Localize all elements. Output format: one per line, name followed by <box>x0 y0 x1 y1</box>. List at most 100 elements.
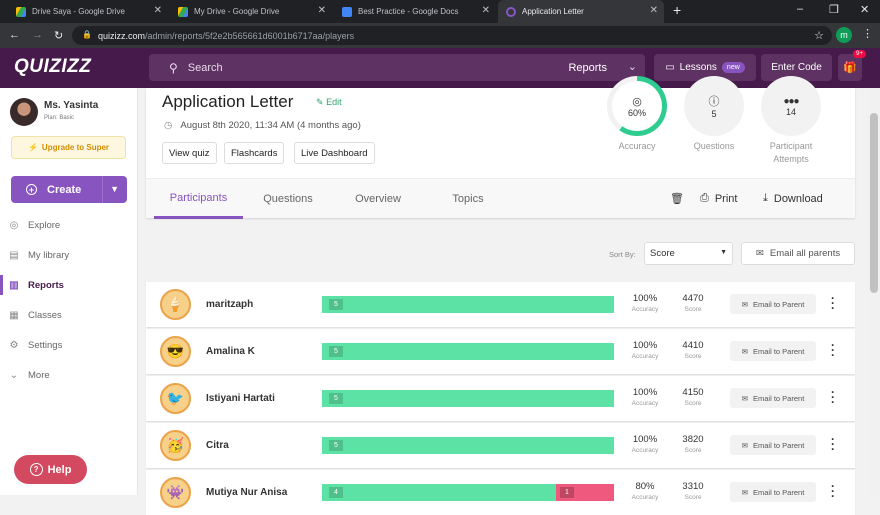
participant-accuracy: 100% Accuracy <box>624 340 666 362</box>
download-label: Download <box>773 192 823 205</box>
upgrade-button[interactable]: ⚡ Upgrade to Super <box>11 136 126 159</box>
more-options-icon[interactable]: · · · <box>830 292 836 314</box>
participant-score: 3310 Score <box>674 481 712 503</box>
email-to-parent-button[interactable]: ✉ Email to Parent <box>730 341 816 361</box>
sidebar-item-label: My library <box>28 249 70 261</box>
close-window-icon[interactable]: ✕ <box>860 3 869 16</box>
participant-score: 3820 Score <box>674 434 712 456</box>
gift-button[interactable]: 🎁 9+ <box>838 50 866 81</box>
participant-name[interactable]: Mutiya Nur Anisa <box>206 487 287 498</box>
close-tab-icon[interactable]: ✕ <box>154 5 162 16</box>
close-tab-icon[interactable]: ✕ <box>482 5 490 16</box>
participant-row[interactable]: 🍦 maritzaph 5 100% Accuracy 4470 Score ✉ Email t… <box>146 282 855 327</box>
scrollbar[interactable] <box>868 88 880 495</box>
email-to-parent-label: Email to Parent <box>753 393 805 403</box>
participant-name[interactable]: Amalina K <box>206 346 255 357</box>
download-icon: ⤓ <box>763 192 768 204</box>
lessons-label: Lessons <box>679 62 717 73</box>
tab-questions[interactable]: Questions <box>243 179 333 219</box>
attempts-stat: ●●● 14 Participant Attempts <box>761 76 821 166</box>
tab-topics[interactable]: Topics <box>423 179 513 219</box>
browser-toolbar: ← → ↻ 🔒 quizizz.com/admin/reports/5f2e2b… <box>0 23 880 48</box>
participant-score: 4150 Score <box>674 387 712 409</box>
profile-avatar[interactable]: m <box>836 27 852 43</box>
avatar[interactable] <box>10 98 38 126</box>
envelope-icon: ✉ <box>741 346 748 356</box>
envelope-icon: ✉ <box>741 393 748 403</box>
live-dashboard-button[interactable]: Live Dashboard <box>294 142 375 164</box>
browser-tab-bar: Drive Saya - Google Drive ✕ My Drive - G… <box>0 0 880 23</box>
participant-row[interactable]: 👾 Mutiya Nur Anisa 4 1 80% Accuracy 3310 Score ✉… <box>146 470 855 515</box>
email-to-parent-button[interactable]: ✉ Email to Parent <box>730 294 816 314</box>
browser-tab[interactable]: My Drive - Google Drive ✕ <box>170 0 332 23</box>
search-input[interactable]: Search <box>188 62 223 74</box>
email-all-parents-button[interactable]: ✉ Email all parents <box>741 242 855 265</box>
email-to-parent-button[interactable]: ✉ Email to Parent <box>730 435 816 455</box>
sort-select[interactable]: Score ▼ <box>644 242 733 265</box>
participant-name[interactable]: Citra <box>206 440 229 451</box>
tab-overview[interactable]: Overview <box>333 179 423 219</box>
minimize-icon[interactable]: – <box>797 3 803 15</box>
browser-tab-active[interactable]: Application Letter ✕ <box>498 0 664 23</box>
maximize-icon[interactable]: ❐ <box>829 3 839 16</box>
chevron-down-icon: ⌄ <box>627 61 637 73</box>
participant-name[interactable]: maritzaph <box>206 299 253 310</box>
new-tab-icon[interactable]: + <box>673 2 681 18</box>
print-button[interactable]: ⎙ Print <box>700 192 737 205</box>
sidebar-item-reports[interactable]: ▥ Reports <box>0 275 138 295</box>
sidebar-item-more[interactable]: ⌄ More <box>0 365 138 385</box>
search-bar[interactable]: ⚲ Search Reports ⌄ <box>149 54 645 81</box>
view-quiz-button[interactable]: View quiz <box>162 142 217 164</box>
email-to-parent-button[interactable]: ✉ Email to Parent <box>730 482 816 502</box>
email-to-parent-label: Email to Parent <box>753 346 805 356</box>
bookmark-star-icon[interactable]: ☆ <box>814 29 824 42</box>
more-options-icon[interactable]: · · · <box>830 386 836 408</box>
monster-icon: 👾 <box>160 477 191 508</box>
close-tab-icon[interactable]: ✕ <box>318 5 326 16</box>
report-date: ◷ August 8th 2020, 11:34 AM (4 months ag… <box>164 120 361 131</box>
back-icon[interactable]: ← <box>9 29 20 41</box>
users-icon: ●●● <box>783 95 799 107</box>
user-plan: Plan: Basic <box>44 115 75 121</box>
reports-icon: ▥ <box>9 279 19 291</box>
browser-tab[interactable]: Drive Saya - Google Drive ✕ <box>8 0 168 23</box>
accuracy-caption: Accuracy <box>631 306 659 313</box>
browser-tab[interactable]: Best Practice - Google Docs ✕ <box>334 0 496 23</box>
address-bar[interactable]: 🔒 quizizz.com/admin/reports/5f2e2b565661… <box>72 26 832 45</box>
search-scope-select[interactable]: Reports <box>568 62 607 74</box>
reload-icon[interactable]: ↻ <box>54 29 63 42</box>
compass-icon: ◎ <box>9 219 19 231</box>
participant-name[interactable]: Istiyani Hartati <box>206 393 275 404</box>
participant-row[interactable]: 🐦 Istiyani Hartati 5 100% Accuracy 4150 Score ✉… <box>146 376 855 421</box>
flashcards-button[interactable]: Flashcards <box>224 142 285 164</box>
sunglasses-face-icon: 😎 <box>160 336 191 367</box>
participant-row[interactable]: 😎 Amalina K 5 100% Accuracy 4410 Score ✉ Email t… <box>146 329 855 374</box>
participant-row[interactable]: 🥳 Citra 5 100% Accuracy 3820 Score ✉ Email to Pa… <box>146 423 855 468</box>
create-button[interactable]: + Create ▼ <box>11 176 127 203</box>
sidebar-item-my-library[interactable]: ▤ My library <box>0 245 138 265</box>
browser-tab-title: Best Practice - Google Docs <box>358 7 459 16</box>
close-tab-icon[interactable]: ✕ <box>650 5 658 16</box>
more-options-icon[interactable]: · · · <box>830 339 836 361</box>
edit-link[interactable]: ✎ Edit <box>316 97 342 108</box>
email-all-label: Email all parents <box>769 248 841 259</box>
score-bar: 5 <box>322 343 614 360</box>
sidebar-item-classes[interactable]: ▦ Classes <box>0 305 138 325</box>
delete-icon[interactable]: 🗑 <box>670 192 684 205</box>
google-docs-icon <box>342 6 352 17</box>
quizizz-logo[interactable]: QUIZIZZ <box>14 56 91 78</box>
plus-icon: + <box>26 184 37 195</box>
browser-menu-icon[interactable]: ⋮ <box>862 27 873 40</box>
chevron-down-icon[interactable]: ▼ <box>110 184 119 194</box>
help-button[interactable]: ? Help <box>14 455 87 484</box>
more-options-icon[interactable]: · · · <box>830 480 836 502</box>
sidebar-item-settings[interactable]: ⚙ Settings <box>0 335 138 355</box>
scrollbar-thumb[interactable] <box>870 113 878 293</box>
sidebar-item-explore[interactable]: ◎ Explore <box>0 215 138 235</box>
download-button[interactable]: ⤓ Download <box>763 192 823 205</box>
email-to-parent-button[interactable]: ✉ Email to Parent <box>730 388 816 408</box>
upgrade-label: Upgrade to Super <box>41 143 110 152</box>
tab-participants[interactable]: Participants <box>154 179 243 219</box>
more-options-icon[interactable]: · · · <box>830 433 836 455</box>
forward-icon[interactable]: → <box>32 29 43 41</box>
